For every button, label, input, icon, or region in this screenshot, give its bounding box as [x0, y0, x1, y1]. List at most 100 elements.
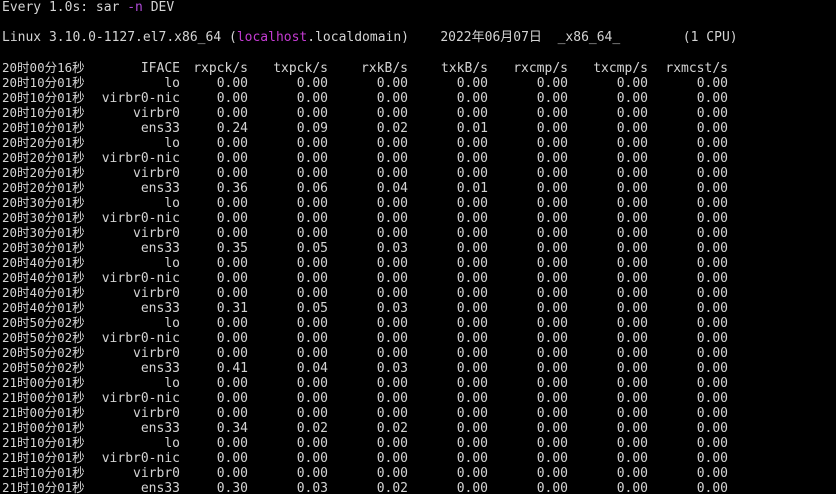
row-iface: ens33 — [140, 361, 180, 376]
row-txkb-value: 0.00 — [456, 406, 488, 421]
row-txpck-value: 0.00 — [296, 331, 328, 346]
row-time: 20时50分02秒 — [2, 360, 85, 375]
row-rxmcst-value: 0.00 — [696, 316, 728, 331]
row-rxkb-value: 0.00 — [376, 106, 408, 121]
row-iface: ens33 — [140, 241, 180, 256]
row-txkb-value: 0.01 — [456, 121, 488, 136]
row-time: 20时40分01秒 — [2, 300, 85, 315]
sar-output-rows: 20时10分01秒 lo 0.00 0.00 0.00 0.00 0.00 0.00 0.00 2… — [2, 75, 728, 494]
row-rxmcst-value: 0.00 — [696, 241, 728, 256]
row-txcmp-value: 0.00 — [616, 211, 648, 226]
row-rxkb-value: 0.02 — [376, 421, 408, 436]
row-time: 21时00分01秒 — [2, 390, 85, 405]
row-txkb-value: 0.00 — [456, 391, 488, 406]
table-row: 20时30分01秒 lo 0.00 0.00 0.00 0.00 0.00 0.00 0.00 — [2, 195, 728, 211]
row-txpck-value: 0.00 — [296, 346, 328, 361]
row-rxpck-value: 0.00 — [216, 196, 248, 211]
row-rxcmp-value: 0.00 — [536, 361, 568, 376]
row-txcmp-value: 0.00 — [616, 406, 648, 421]
row-rxkb-value: 0.00 — [376, 436, 408, 451]
sysinfo-suffix: .localdomain) 2022年06月07日 _x86_64_ (1 CP… — [307, 30, 738, 45]
row-rxcmp-value: 0.00 — [536, 76, 568, 91]
watch-prefix: Every 1.0s: sar — [2, 0, 128, 15]
row-time: 21时10分01秒 — [2, 435, 85, 450]
row-rxpck-value: 0.00 — [216, 316, 248, 331]
row-txpck-value: 0.00 — [296, 376, 328, 391]
terminal-window[interactable]: Every 1.0s: sar -n DEV Linux 3.10.0-1127… — [2, 0, 834, 494]
row-txpck-value: 0.05 — [296, 241, 328, 256]
row-rxpck-value: 0.35 — [216, 241, 248, 256]
row-txkb-value: 0.00 — [456, 226, 488, 241]
row-rxmcst-value: 0.00 — [696, 286, 728, 301]
row-rxmcst-value: 0.00 — [696, 151, 728, 166]
row-iface: virbr0 — [133, 406, 180, 421]
column-header-row: 20时00分16秒 IFACE rxpck/s txpck/s rxkB/s txkB/s… — [2, 60, 728, 76]
row-rxpck-value: 0.00 — [216, 91, 248, 106]
header-txpck: txpck/s — [273, 61, 328, 76]
row-rxmcst-value: 0.00 — [696, 211, 728, 226]
row-time: 20时30分01秒 — [2, 240, 85, 255]
header-rxpck: rxpck/s — [193, 61, 248, 76]
row-rxpck-value: 0.00 — [216, 331, 248, 346]
row-txkb-value: 0.01 — [456, 181, 488, 196]
row-txcmp-value: 0.00 — [616, 301, 648, 316]
row-txcmp-value: 0.00 — [616, 196, 648, 211]
row-rxmcst-value: 0.00 — [696, 391, 728, 406]
watch-flag: -n — [127, 0, 143, 15]
row-time: 21时10分01秒 — [2, 480, 85, 494]
row-rxpck-value: 0.41 — [216, 361, 248, 376]
row-txcmp-value: 0.00 — [616, 391, 648, 406]
table-row: 20时50分02秒 lo 0.00 0.00 0.00 0.00 0.00 0.00 0.00 — [2, 315, 728, 331]
row-txcmp-value: 0.00 — [616, 91, 648, 106]
row-rxmcst-value: 0.00 — [696, 181, 728, 196]
row-txcmp-value: 0.00 — [616, 421, 648, 436]
row-rxcmp-value: 0.00 — [536, 451, 568, 466]
row-time: 20时10分01秒 — [2, 90, 85, 105]
row-iface: virbr0 — [133, 286, 180, 301]
row-txcmp-value: 0.00 — [616, 331, 648, 346]
row-rxpck-value: 0.00 — [216, 286, 248, 301]
row-rxcmp-value: 0.00 — [536, 376, 568, 391]
row-rxcmp-value: 0.00 — [536, 181, 568, 196]
row-rxpck-value: 0.31 — [216, 301, 248, 316]
row-txpck-value: 0.00 — [296, 151, 328, 166]
row-rxcmp-value: 0.00 — [536, 241, 568, 256]
row-txcmp-value: 0.00 — [616, 106, 648, 121]
row-rxmcst-value: 0.00 — [696, 121, 728, 136]
row-rxpck-value: 0.00 — [216, 106, 248, 121]
row-rxpck-value: 0.00 — [216, 406, 248, 421]
row-txkb-value: 0.00 — [456, 481, 488, 494]
row-txcmp-value: 0.00 — [616, 376, 648, 391]
row-iface: ens33 — [140, 481, 180, 494]
row-txcmp-value: 0.00 — [616, 346, 648, 361]
row-txkb-value: 0.00 — [456, 331, 488, 346]
row-rxcmp-value: 0.00 — [536, 481, 568, 494]
row-time: 20时30分01秒 — [2, 225, 85, 240]
row-iface: virbr0 — [133, 226, 180, 241]
row-txpck-value: 0.00 — [296, 286, 328, 301]
row-time: 21时00分01秒 — [2, 405, 85, 420]
row-rxmcst-value: 0.00 — [696, 481, 728, 494]
row-txcmp-value: 0.00 — [616, 466, 648, 481]
row-rxkb-value: 0.03 — [376, 301, 408, 316]
row-iface: lo — [164, 256, 180, 271]
row-txkb-value: 0.00 — [456, 211, 488, 226]
row-txpck-value: 0.00 — [296, 451, 328, 466]
row-txcmp-value: 0.00 — [616, 121, 648, 136]
table-row: 21时10分01秒 ens33 0.30 0.03 0.02 0.00 0.00 0.00 0.… — [2, 480, 728, 494]
table-row: 20时30分01秒 virbr0-nic 0.00 0.00 0.00 0.00 0.00 0… — [2, 210, 728, 226]
row-txpck-value: 0.00 — [296, 136, 328, 151]
row-rxkb-value: 0.00 — [376, 166, 408, 181]
row-rxcmp-value: 0.00 — [536, 226, 568, 241]
row-time: 20时30分01秒 — [2, 195, 85, 210]
row-txpck-value: 0.00 — [296, 166, 328, 181]
row-txpck-value: 0.06 — [296, 181, 328, 196]
row-rxkb-value: 0.02 — [376, 481, 408, 494]
row-txpck-value: 0.00 — [296, 436, 328, 451]
row-txpck-value: 0.04 — [296, 361, 328, 376]
row-iface: lo — [164, 376, 180, 391]
row-time: 21时10分01秒 — [2, 450, 85, 465]
row-rxkb-value: 0.04 — [376, 181, 408, 196]
row-rxkb-value: 0.02 — [376, 121, 408, 136]
row-txpck-value: 0.03 — [296, 481, 328, 494]
